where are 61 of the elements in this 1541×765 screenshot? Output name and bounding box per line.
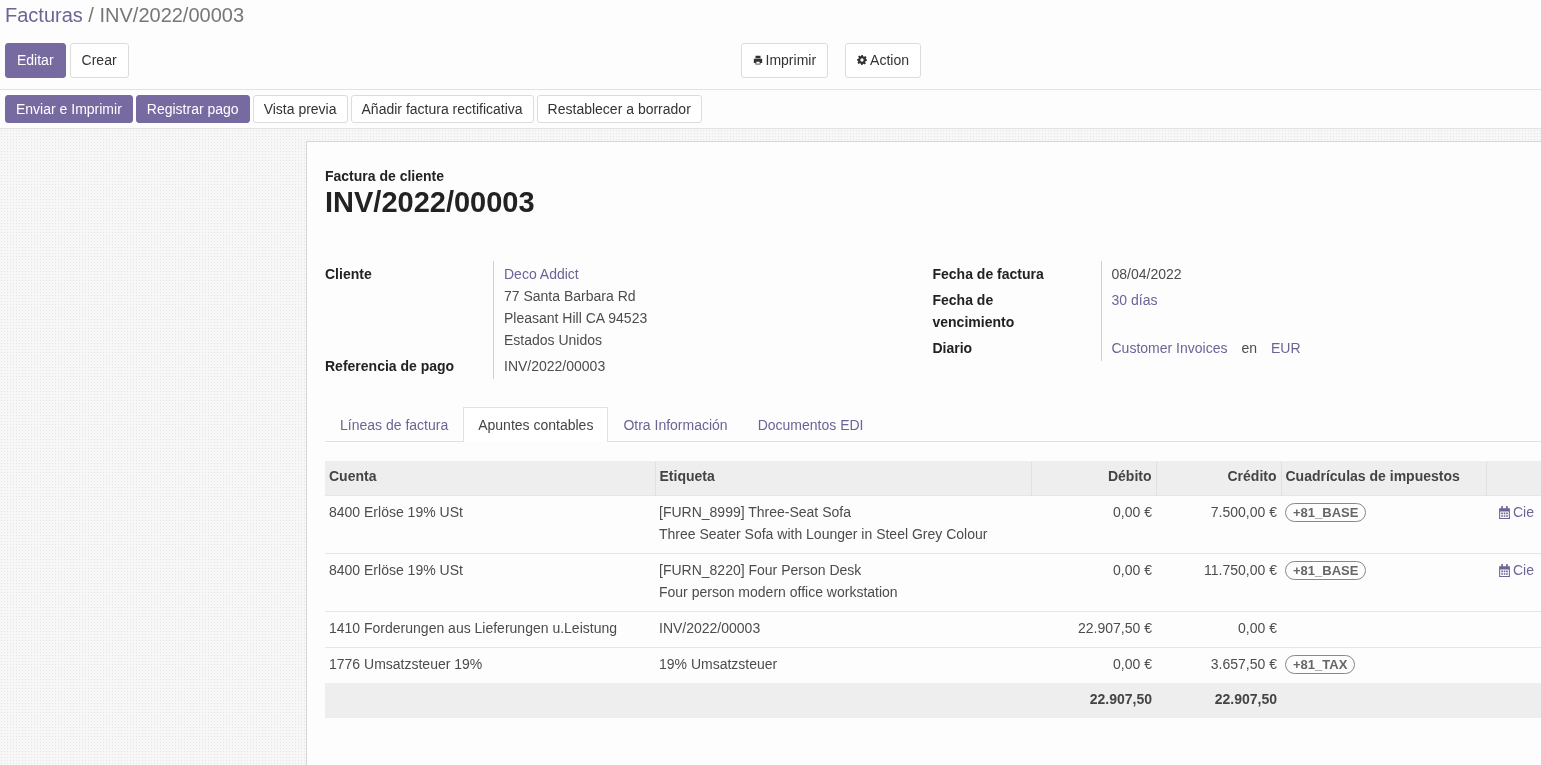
field-value: 08/04/2022 xyxy=(1111,265,1182,284)
tab[interactable]: Otra Información xyxy=(608,407,743,442)
field-link[interactable]: 30 días xyxy=(1111,289,1158,311)
total-credit: 22.907,50 xyxy=(1156,683,1281,718)
dropdown-button[interactable]: Imprimir xyxy=(740,42,829,78)
field-value: en xyxy=(1241,339,1257,358)
table-cell-text: Three Seater Sofa with Lounger in Steel Grey Colour xyxy=(659,525,989,544)
column-header: Débito xyxy=(1031,461,1156,496)
action-link[interactable]: Cie xyxy=(1513,559,1534,581)
table-cell-text: [FURN_8999] Three-Seat Sofa xyxy=(659,503,852,522)
status-button[interactable]: Registrar pago xyxy=(135,95,250,123)
status-button[interactable]: Enviar e Imprimir xyxy=(5,95,133,123)
table-cell: 8400 Erlöse 19% USt xyxy=(325,495,655,554)
table-cell: 0,00 € xyxy=(1156,611,1281,648)
tab[interactable]: Documentos EDI xyxy=(742,407,879,442)
tab[interactable]: Líneas de factura xyxy=(325,407,464,442)
breadcrumb-current: INV/2022/00003 xyxy=(99,4,245,26)
printer-icon xyxy=(752,55,763,65)
table-cell-text: [FURN_8220] Four Person Desk xyxy=(659,561,863,580)
total-debit: 22.907,50 xyxy=(1031,683,1156,718)
settings-icon xyxy=(857,55,868,65)
document-type-label: Factura de cliente xyxy=(325,168,446,184)
field-label: Diario xyxy=(932,339,974,358)
field-value: Pleasant Hill CA 94523 xyxy=(504,309,648,328)
toolbar-button[interactable]: Editar xyxy=(5,42,66,78)
column-header: Etiqueta xyxy=(655,461,1031,496)
field-value: 77 Santa Barbara Rd xyxy=(504,287,636,306)
field-label: Referencia de pago xyxy=(325,358,455,374)
breadcrumb-link[interactable]: Facturas xyxy=(5,4,83,26)
table-cell: 1410 Forderungen aus Lieferungen u.Leistung xyxy=(325,611,655,648)
field-link[interactable]: Customer Invoices xyxy=(1111,337,1228,359)
table-cell: 11.750,00 € xyxy=(1156,553,1281,612)
table-cell-text: Four person modern office workstation xyxy=(659,583,899,602)
calendar-icon xyxy=(1498,563,1511,577)
field-link[interactable]: Deco Addict xyxy=(504,263,579,285)
action-link[interactable]: Cie xyxy=(1513,501,1534,523)
toolbar-button[interactable]: Crear xyxy=(69,42,129,78)
field-value: INV/2022/00003 xyxy=(504,357,606,376)
dropdown-button[interactable]: Action xyxy=(845,42,921,78)
field-label: Fecha de vencimiento xyxy=(932,291,1016,332)
column-header: Crédito xyxy=(1156,461,1281,496)
field-label: Cliente xyxy=(325,266,372,282)
column-header: Cuadrículas de impuestos xyxy=(1281,461,1486,496)
tab[interactable]: Apuntes contables xyxy=(463,407,609,442)
breadcrumb-separator: / xyxy=(87,4,95,26)
status-button[interactable]: Vista previa xyxy=(252,95,348,123)
table-cell: 22.907,50 € xyxy=(1031,611,1156,648)
field-label: Fecha de factura xyxy=(932,265,1045,284)
column-header: Cuenta xyxy=(325,461,655,496)
table-cell: 8400 Erlöse 19% USt xyxy=(325,553,655,612)
table-cell: 7.500,00 € xyxy=(1156,495,1281,554)
table-cell-text: INV/2022/00003 xyxy=(659,619,762,638)
status-button[interactable]: Restablecer a borrador xyxy=(536,95,702,123)
field-value: Estados Unidos xyxy=(504,331,603,350)
status-button[interactable]: Añadir factura rectificativa xyxy=(350,95,534,123)
table-cell: 0,00 € xyxy=(1031,495,1156,554)
field-link[interactable]: EUR xyxy=(1271,337,1301,359)
calendar-icon xyxy=(1498,505,1511,519)
table-cell: 0,00 € xyxy=(1031,553,1156,612)
table-cell-text: 19% Umsatzsteuer xyxy=(659,655,779,674)
invoice-number: INV/2022/00003 xyxy=(325,186,536,219)
